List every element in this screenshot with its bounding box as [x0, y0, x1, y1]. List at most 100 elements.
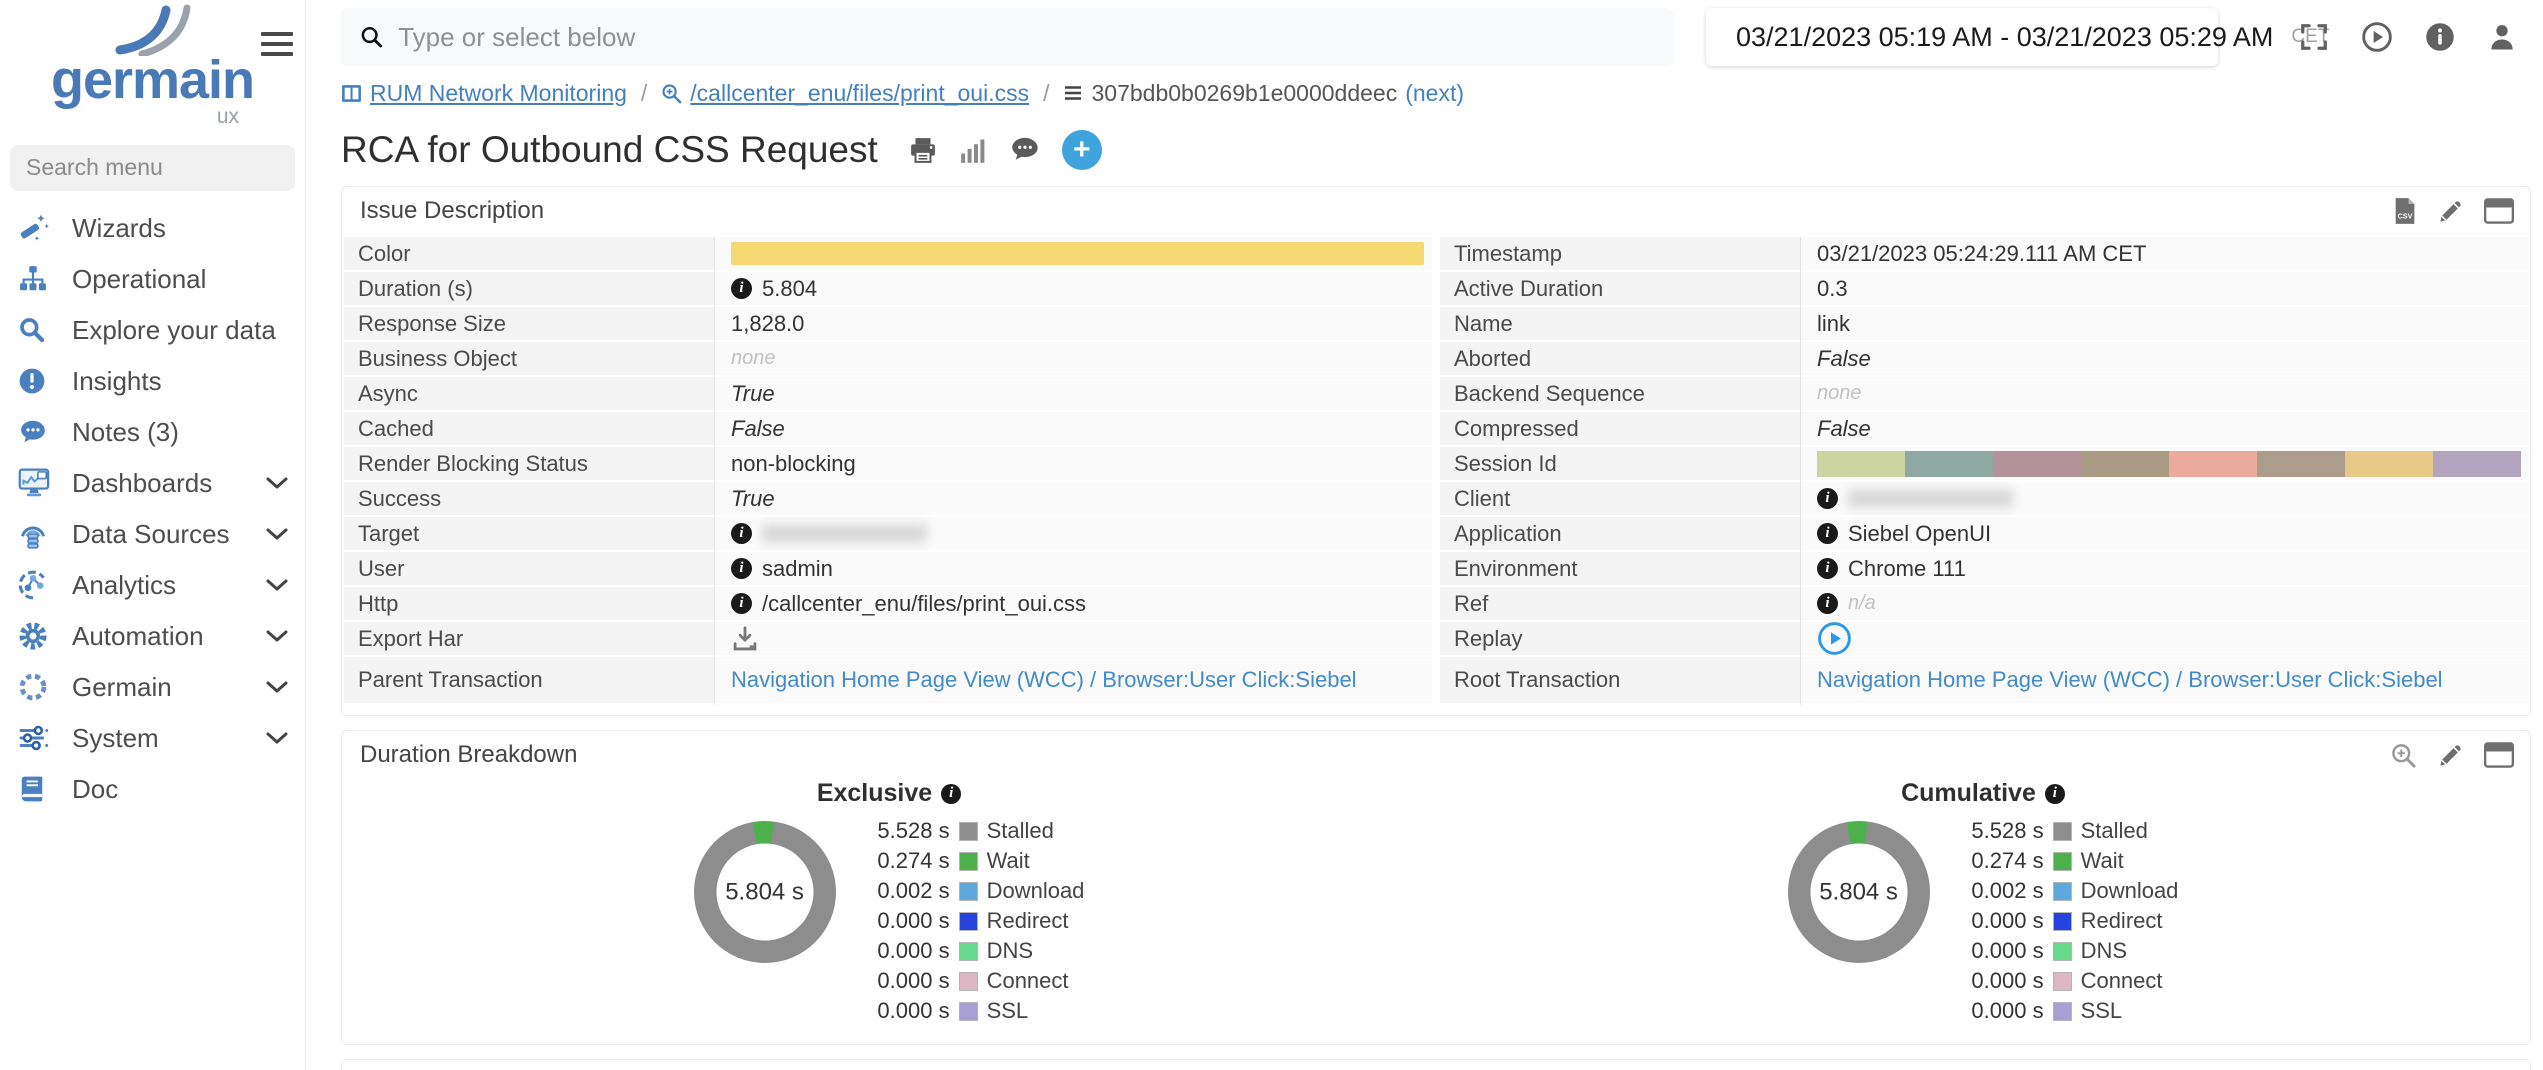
- legend-swatch: [959, 942, 978, 961]
- breadcrumb-item-dashboard[interactable]: RUM Network Monitoring: [341, 80, 627, 107]
- legend-value: 0.000 s: [1954, 908, 2044, 934]
- duration-charts: Exclusive i 5.804 s 5.528 sStalled0.274 …: [342, 777, 2530, 1044]
- table-row: Active Duration0.3: [1440, 272, 2528, 305]
- logo-text: germain: [0, 56, 305, 105]
- issue-description-table: ColorDuration (s)i5.804Response Size1,82…: [342, 233, 2530, 715]
- info-icon: i: [731, 523, 752, 544]
- wand-icon: [18, 213, 60, 243]
- edit-icon[interactable]: [2437, 742, 2464, 769]
- window-icon[interactable]: [2484, 198, 2514, 224]
- legend-label: Stalled: [987, 818, 1054, 844]
- field-label: Ref: [1440, 587, 1800, 620]
- sliders-icon: [18, 723, 60, 753]
- field-label: Application: [1440, 517, 1800, 550]
- table-row: ApplicationiSiebel OpenUI: [1440, 517, 2528, 550]
- replay-play-icon[interactable]: [1817, 621, 1852, 656]
- field-label: Backend Sequence: [1440, 377, 1800, 410]
- legend-label: Wait: [987, 848, 1030, 874]
- user-icon[interactable]: [2487, 22, 2517, 52]
- sidebar-item-wizards[interactable]: Wizards: [0, 203, 305, 254]
- window-icon[interactable]: [2484, 742, 2514, 768]
- field-label: Session Id: [1440, 447, 1800, 480]
- field-value: in/a: [1800, 587, 2528, 620]
- legend-label: Connect: [2081, 968, 2163, 994]
- alert-circle-icon: [18, 366, 60, 396]
- sidebar-item-automation[interactable]: Automation: [0, 611, 305, 662]
- info-circle-icon[interactable]: [2425, 22, 2455, 52]
- sidebar-item-explore[interactable]: Explore your data: [0, 305, 305, 356]
- field-value: [1800, 622, 2528, 655]
- breadcrumb-item-resource[interactable]: /callcenter_enu/files/print_oui.css: [661, 80, 1029, 107]
- table-row: Targeti: [344, 517, 1432, 550]
- table-row: CachedFalse: [344, 412, 1432, 445]
- global-search-input[interactable]: [398, 22, 1655, 53]
- sidebar-item-doc[interactable]: Doc: [0, 764, 305, 815]
- sidebar-search-input[interactable]: [26, 154, 279, 181]
- legend-value: 0.002 s: [1954, 878, 2044, 904]
- data-source-icon: [18, 519, 60, 549]
- csv-export-icon[interactable]: CSV: [2393, 197, 2417, 225]
- field-label: Environment: [1440, 552, 1800, 585]
- comment-icon[interactable]: [1010, 136, 1040, 164]
- columns-icon: [341, 83, 362, 104]
- chart-title: Exclusive: [817, 779, 932, 808]
- sidebar-item-data-sources[interactable]: Data Sources: [0, 509, 305, 560]
- info-icon: i: [1817, 593, 1838, 614]
- global-search[interactable]: [341, 8, 1673, 66]
- sitemap-icon: [18, 264, 60, 294]
- field-label: Timestamp: [1440, 237, 1800, 270]
- zoom-in-icon: [661, 83, 682, 104]
- add-button[interactable]: +: [1062, 130, 1102, 170]
- play-circle-icon[interactable]: [2361, 21, 2393, 53]
- legend-item: 0.000 sRedirect: [860, 906, 1085, 936]
- download-har-icon[interactable]: [731, 625, 759, 653]
- duration-breakdown-panel: Duration Breakdown Exclusive i 5.804 s 5…: [341, 730, 2531, 1045]
- field-value: i5.804: [714, 272, 1432, 305]
- table-row: AbortedFalse: [1440, 342, 2528, 375]
- session-id-band[interactable]: [1817, 451, 2521, 477]
- table-row: Duration (s)i5.804: [344, 272, 1432, 305]
- sidebar-item-label: Dashboards: [72, 468, 212, 499]
- sidebar-item-analytics[interactable]: Analytics: [0, 560, 305, 611]
- sidebar-item-dashboards[interactable]: Dashboards: [0, 458, 305, 509]
- legend-item: 0.000 sConnect: [1954, 966, 2179, 996]
- legend-swatch: [2053, 912, 2072, 931]
- legend-swatch: [2053, 972, 2072, 991]
- sidebar-item-system[interactable]: System: [0, 713, 305, 764]
- breadcrumb-link: /callcenter_enu/files/print_oui.css: [690, 80, 1029, 107]
- next-link[interactable]: (next): [1405, 80, 1464, 107]
- legend-value: 0.274 s: [1954, 848, 2044, 874]
- edit-icon[interactable]: [2437, 198, 2464, 225]
- sidebar-item-operational[interactable]: Operational: [0, 254, 305, 305]
- legend-item: 0.274 sWait: [860, 846, 1085, 876]
- field-label: Aborted: [1440, 342, 1800, 375]
- sidebar-item-label: Analytics: [72, 570, 176, 601]
- transaction-link[interactable]: Navigation Home Page View (WCC) / Browse…: [1817, 667, 2443, 693]
- main-content: 03/21/2023 05:19 AM - 03/21/2023 05:29 A…: [307, 0, 2543, 1070]
- info-icon: i: [2045, 784, 2065, 804]
- table-row: Replay: [1440, 622, 2528, 655]
- table-row: Session Id: [1440, 447, 2528, 480]
- field-value: False: [714, 412, 1432, 445]
- hamburger-menu-icon[interactable]: [261, 32, 293, 62]
- sidebar-item-label: Wizards: [72, 213, 166, 244]
- panel-title: Duration Breakdown: [360, 741, 577, 769]
- legend-label: DNS: [2081, 938, 2127, 964]
- sidebar-item-insights[interactable]: Insights: [0, 356, 305, 407]
- logo-swoosh-icon: [108, 4, 198, 56]
- table-row: Clienti: [1440, 482, 2528, 515]
- sidebar-search[interactable]: [10, 145, 295, 191]
- sidebar-item-notes[interactable]: Notes (3): [0, 407, 305, 458]
- cumulative-donut-chart: Cumulative i 5.804 s 5.528 sStalled0.274…: [1436, 779, 2530, 1026]
- legend-item: 0.000 sSSL: [860, 996, 1085, 1026]
- legend-value: 0.000 s: [860, 938, 950, 964]
- date-range-picker[interactable]: 03/21/2023 05:19 AM - 03/21/2023 05:29 A…: [1706, 8, 2218, 66]
- legend-label: Wait: [2081, 848, 2124, 874]
- sidebar-item-germain[interactable]: Germain: [0, 662, 305, 713]
- field-label: Render Blocking Status: [344, 447, 714, 480]
- chart-bars-icon[interactable]: [960, 137, 988, 163]
- zoom-in-icon[interactable]: [2390, 742, 2417, 769]
- transaction-link[interactable]: Navigation Home Page View (WCC) / Browse…: [731, 667, 1357, 693]
- fullscreen-icon[interactable]: [2299, 22, 2329, 52]
- printer-icon[interactable]: [908, 135, 938, 165]
